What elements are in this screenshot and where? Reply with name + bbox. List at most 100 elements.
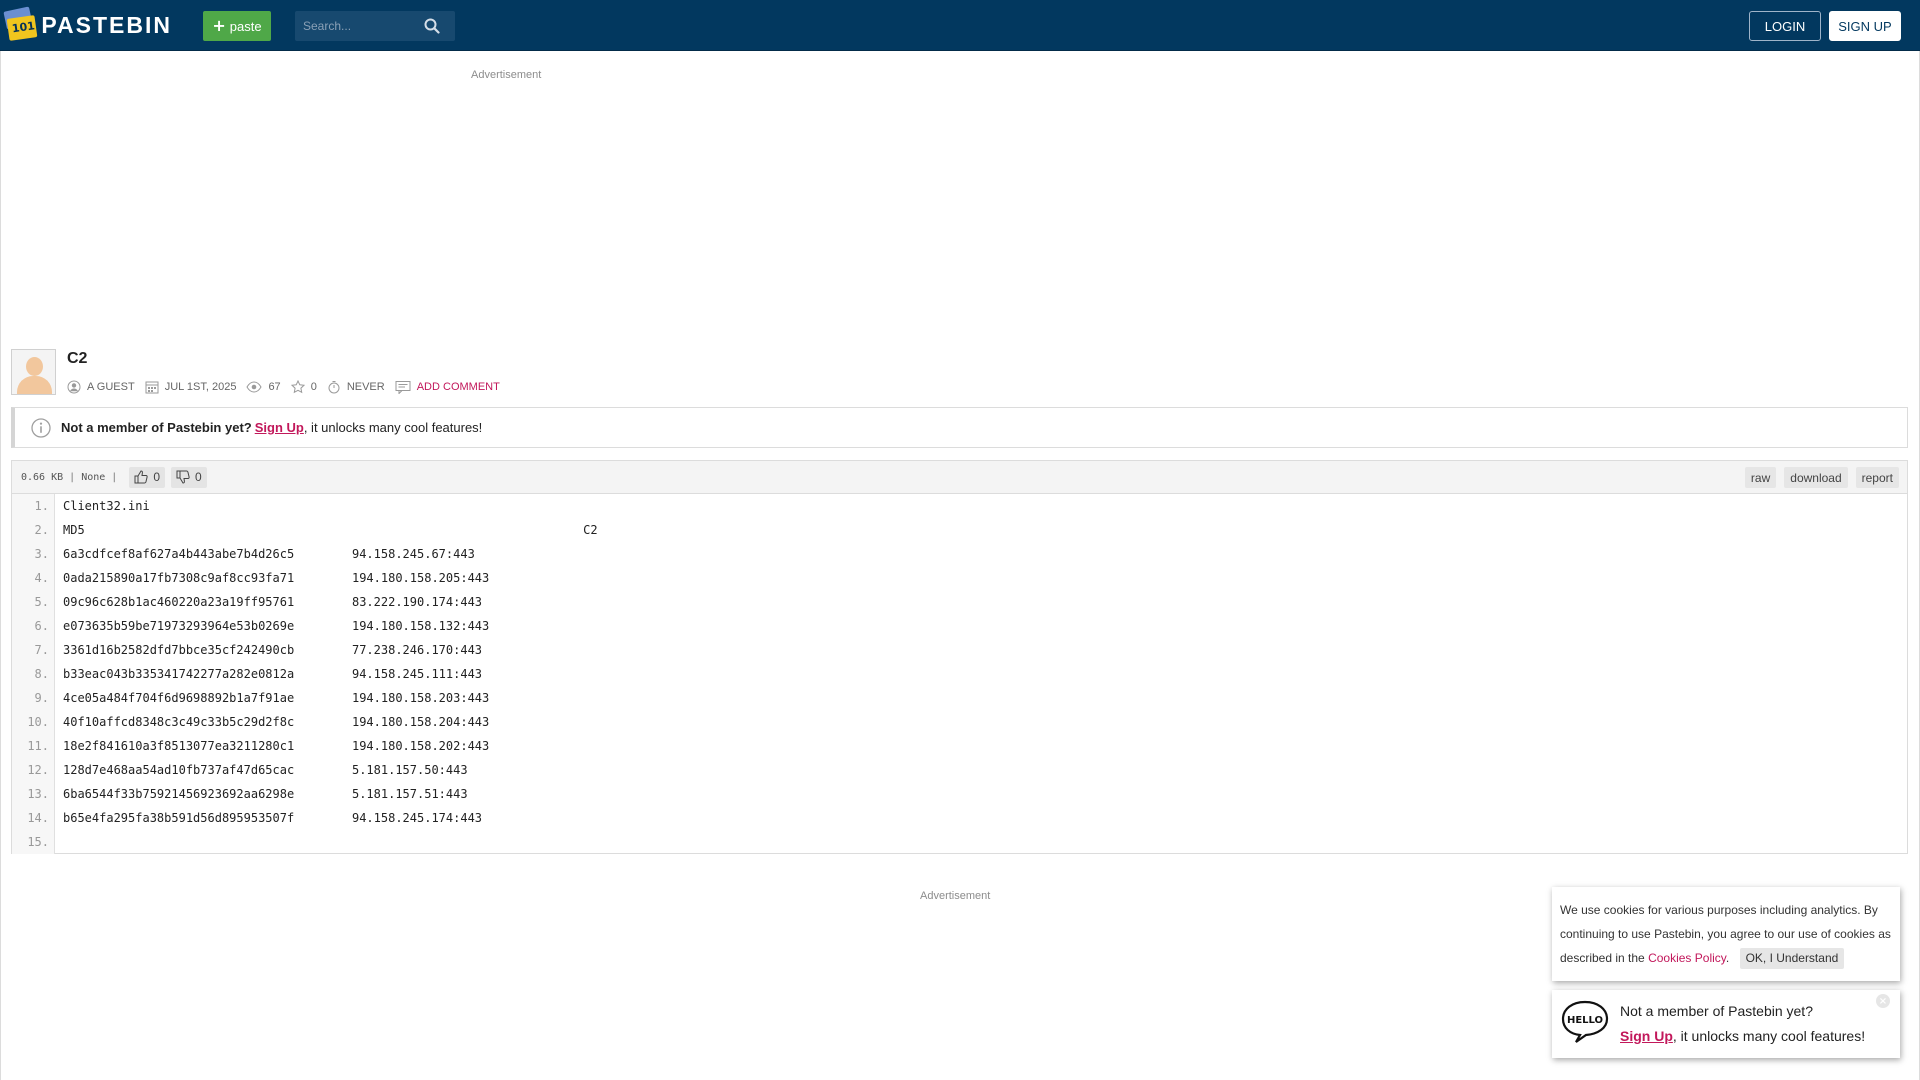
line-number: 7. bbox=[34, 643, 49, 657]
line-number: 11. bbox=[27, 739, 49, 753]
paste-size: 0.66 KB bbox=[21, 471, 64, 483]
code-line: 2. MD5 C2 bbox=[12, 518, 1907, 542]
timer-icon bbox=[328, 381, 340, 394]
code-text: 09c96c628b1ac460220a23a19ff95761 83.222.… bbox=[63, 595, 483, 609]
paste-date: JUL 1ST, 2025 bbox=[164, 381, 237, 393]
views-meta: 67 bbox=[246, 380, 281, 394]
author-meta: A GUEST bbox=[67, 380, 135, 394]
paste-title: C2 bbox=[67, 350, 88, 367]
member-popup-line2: Sign Up, it unlocks many cool features! bbox=[1620, 1028, 1865, 1044]
code-text: b33eac043b335341742277a282e0812a 94.158.… bbox=[63, 667, 483, 681]
line-number: 10. bbox=[27, 715, 49, 729]
code-line: 8. b33eac043b335341742277a282e0812a 94.15… bbox=[12, 662, 1907, 686]
paste-meta: A GUEST JUL 1ST, 2025 67 0 NEVER ADD COM… bbox=[67, 378, 510, 396]
svg-text:HELLO: HELLO bbox=[1567, 1015, 1603, 1026]
dislike-count: 0 bbox=[195, 470, 202, 484]
notice-signup-link[interactable]: Sign Up bbox=[255, 420, 304, 435]
code-line: 3. 6a3cdfcef8af627a4b443abe7b4d26c5 94.15… bbox=[12, 542, 1907, 566]
like-button[interactable]: 0 bbox=[129, 466, 165, 488]
code-text: 0ada215890a17fb7308c9af8cc93fa71 194.180… bbox=[63, 571, 490, 585]
date-meta: JUL 1ST, 2025 bbox=[145, 380, 237, 394]
dislike-button[interactable]: 0 bbox=[171, 466, 207, 488]
code-text: b65e4fa295fa38b591d56d895953507f 94.158.… bbox=[63, 811, 483, 825]
line-number: 8. bbox=[34, 667, 49, 681]
search-input[interactable] bbox=[295, 19, 420, 33]
notice-bold-text: Not a member of Pastebin yet? bbox=[61, 420, 252, 435]
code-text: 40f10affcd8348c3c49c33b5c29d2f8c 194.180… bbox=[63, 715, 490, 729]
code-line: 11. 18e2f841610a3f8513077ea3211280c1 194.… bbox=[12, 734, 1907, 758]
view-count: 67 bbox=[268, 381, 281, 393]
code-text: 6a3cdfcef8af627a4b443abe7b4d26c5 94.158.… bbox=[63, 547, 475, 561]
line-number: 2. bbox=[34, 523, 49, 537]
download-button[interactable]: download bbox=[1784, 467, 1848, 488]
code-line: 7. 3361d16b2582dfd7bbce35cf242490cb 77.23… bbox=[12, 638, 1907, 662]
add-comment-link[interactable]: ADD COMMENT bbox=[417, 381, 500, 393]
code-line: 9. 4ce05a484f704f6d9698892b1a7f91ae 194.1… bbox=[12, 686, 1907, 710]
code-text: 6ba6544f33b75921456923692aa6298e 5.181.1… bbox=[63, 787, 468, 801]
paste-syntax: None bbox=[81, 471, 106, 483]
pastebin-logo-icon: 101 bbox=[2, 6, 38, 44]
line-number: 4. bbox=[34, 571, 49, 585]
line-number: 15. bbox=[27, 835, 49, 849]
code-line: 1. Client32.ini bbox=[12, 494, 1907, 518]
code-line: 4. 0ada215890a17fb7308c9af8cc93fa71 194.1… bbox=[12, 566, 1907, 590]
paste-expiry: NEVER bbox=[346, 381, 385, 393]
thumbs-up-icon bbox=[134, 470, 148, 484]
new-paste-label: paste bbox=[229, 18, 262, 34]
top-advertisement-label: Advertisement bbox=[471, 69, 542, 81]
cookie-consent-popup: We use cookies for various purposes incl… bbox=[1552, 887, 1900, 981]
code-text: MD5 C2 bbox=[63, 523, 598, 537]
pastebin-logo[interactable]: 101 PASTEBIN bbox=[2, 5, 172, 45]
logo-text: PASTEBIN bbox=[41, 11, 172, 38]
code-text: e073635b59be71973293964e53b0269e 194.180… bbox=[63, 619, 490, 633]
cookie-period: . bbox=[1725, 951, 1730, 965]
code-toolbar: 0.66 KB | None | 0 0 raw download report bbox=[12, 461, 1907, 494]
hello-speech-bubble-icon: HELLO bbox=[1561, 1000, 1609, 1043]
comment-icon bbox=[395, 381, 411, 394]
line-number: 5. bbox=[34, 595, 49, 609]
code-text: Client32.ini bbox=[63, 499, 150, 513]
member-popup-line1: Not a member of Pastebin yet? bbox=[1620, 1003, 1813, 1019]
raw-button[interactable]: raw bbox=[1744, 467, 1777, 488]
comment-meta: ADD COMMENT bbox=[395, 380, 500, 394]
code-body: 1. Client32.ini 2. MD5 C2 3. 6a3cdfcef8af627a… bbox=[12, 494, 1907, 854]
code-text: 4ce05a484f704f6d9698892b1a7f91ae 194.180… bbox=[63, 691, 490, 705]
star-count: 0 bbox=[310, 381, 317, 393]
cookies-policy-link[interactable]: Cookies Policy bbox=[1648, 951, 1726, 965]
top-header: 101 PASTEBIN + paste LOGIN SIGN UP bbox=[0, 0, 1920, 51]
expiry-meta: NEVER bbox=[327, 380, 385, 394]
code-line: 6. e073635b59be71973293964e53b0269e 194.1… bbox=[12, 614, 1907, 638]
eye-icon bbox=[246, 381, 263, 393]
line-number: 13. bbox=[27, 787, 49, 801]
code-lines: 1. Client32.ini 2. MD5 C2 3. 6a3cdfcef8af627a… bbox=[12, 494, 1907, 854]
line-number: 6. bbox=[34, 619, 49, 633]
code-line: 10. 40f10affcd8348c3c49c33b5c29d2f8c 194.… bbox=[12, 710, 1907, 734]
code-actions: raw download report bbox=[1744, 467, 1899, 488]
line-number: 14. bbox=[27, 811, 49, 825]
code-line: 12. 128d7e468aa54ad10fb737af47d65cac 5.18… bbox=[12, 758, 1907, 782]
new-paste-button[interactable]: + paste bbox=[203, 11, 271, 41]
thumbs-down-icon bbox=[176, 470, 190, 484]
notice-rest-text: , it unlocks many cool features! bbox=[303, 420, 483, 435]
member-popup-rest: , it unlocks many cool features! bbox=[1672, 1028, 1866, 1044]
line-number: 9. bbox=[34, 691, 49, 705]
signup-button[interactable]: SIGN UP bbox=[1829, 11, 1901, 41]
code-text: 128d7e468aa54ad10fb737af47d65cac 5.181.1… bbox=[63, 763, 468, 777]
cookie-ok-button[interactable]: OK, I Understand bbox=[1739, 948, 1845, 969]
member-popup-signup-link[interactable]: Sign Up bbox=[1620, 1028, 1673, 1044]
code-text: 18e2f841610a3f8513077ea3211280c1 194.180… bbox=[63, 739, 490, 753]
info-icon bbox=[31, 417, 51, 438]
user-icon bbox=[67, 380, 81, 394]
code-line: 5. 09c96c628b1ac460220a23a19ff95761 83.22… bbox=[12, 590, 1907, 614]
author-name[interactable]: A GUEST bbox=[87, 381, 135, 393]
code-text: 3361d16b2582dfd7bbce35cf242490cb 77.238.… bbox=[63, 643, 483, 657]
star-icon bbox=[290, 380, 305, 394]
login-button[interactable]: LOGIN bbox=[1749, 11, 1821, 41]
report-button[interactable]: report bbox=[1855, 467, 1899, 488]
search-icon[interactable] bbox=[420, 14, 444, 38]
code-line: 14. b65e4fa295fa38b591d56d895953507f 94.1… bbox=[12, 806, 1907, 830]
code-panel: 0.66 KB | None | 0 0 raw download report… bbox=[11, 460, 1908, 854]
code-line: 15. bbox=[12, 830, 1907, 854]
close-icon[interactable]: × bbox=[1876, 994, 1890, 1008]
line-number: 3. bbox=[34, 547, 49, 561]
